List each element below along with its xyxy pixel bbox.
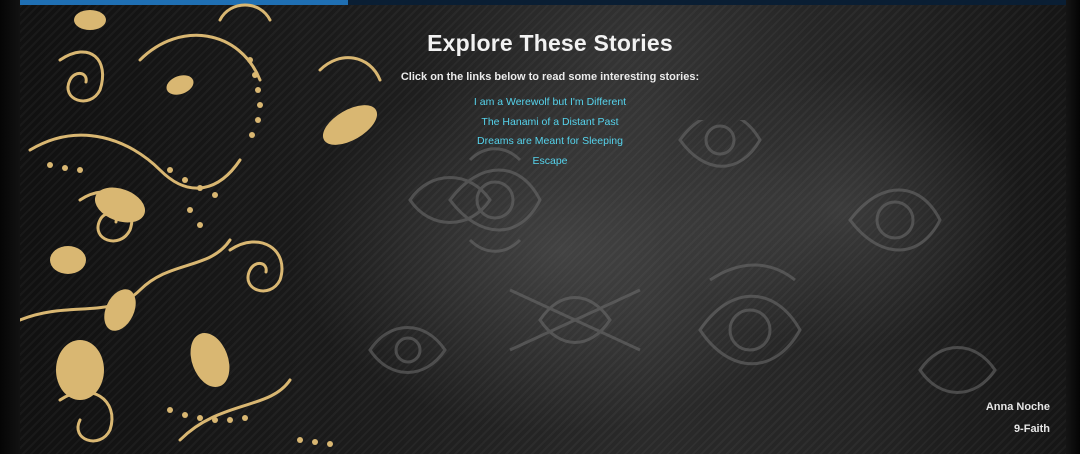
gold-floral-ornament — [20, 3, 382, 447]
screen: Explore These Stories Click on the links… — [0, 0, 1080, 454]
author-name: Anna Noche — [985, 401, 1050, 413]
story-link-dreams[interactable]: Dreams are Meant for Sleeping — [477, 135, 623, 147]
story-link-item: Dreams are Meant for Sleeping — [380, 130, 720, 150]
author-credit: Anna Noche 9-Faith — [986, 396, 1050, 440]
story-link-item: I am a Werewolf but I'm Different — [380, 91, 720, 111]
story-link-item: The Hanami of a Distant Past — [380, 111, 720, 131]
author-section: 9-Faith — [1013, 423, 1050, 435]
monitor-bezel-left — [0, 0, 20, 454]
story-link-escape[interactable]: Escape — [532, 155, 567, 167]
monitor-bezel-right — [1066, 0, 1080, 454]
story-link-item: Escape — [380, 150, 720, 170]
story-link-werewolf[interactable]: I am a Werewolf but I'm Different — [474, 96, 626, 108]
story-link-hanami[interactable]: The Hanami of a Distant Past — [481, 116, 618, 128]
stories-panel: Explore These Stories Click on the links… — [380, 30, 720, 169]
page-title: Explore These Stories — [427, 30, 673, 56]
story-links-list: I am a Werewolf but I'm Different The Ha… — [380, 91, 720, 169]
page-subtitle: Click on the links below to read some in… — [400, 71, 700, 83]
